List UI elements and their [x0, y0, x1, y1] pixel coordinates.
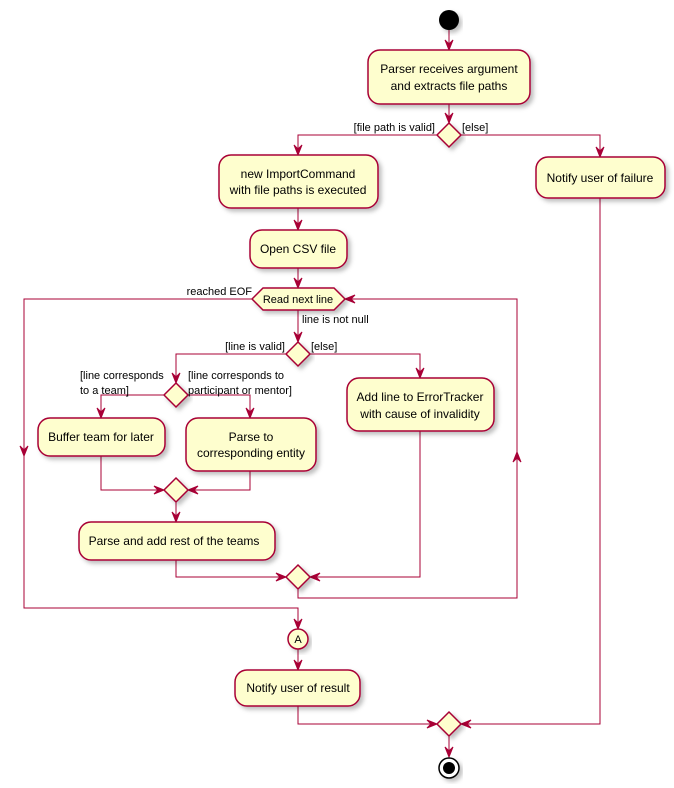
activity-parser-line1: Parser receives argument [380, 62, 518, 76]
activity-add-error-line2: with cause of invalidity [359, 407, 479, 421]
guard-line-valid: [line is valid] [225, 341, 285, 353]
activity-buffer-team: Buffer team for later [37, 417, 166, 457]
guard-line-else: [else] [311, 341, 337, 353]
connector-a: A [287, 628, 309, 650]
guard-line-not-null: line is not null [302, 314, 369, 326]
edge-parseteams-merge2 [175, 560, 286, 578]
activity-parse-teams: Parse and add rest of the teams [78, 521, 276, 561]
decision-file-path [435, 121, 463, 149]
activity-parser-line2: and extracts file paths [391, 79, 508, 93]
merge-entity [162, 476, 190, 504]
loop-read-next-line-text: Read next line [263, 294, 333, 306]
activity-parse-entity-line1: Parse to [229, 430, 274, 444]
activity-import-line1: new ImportCommand [241, 167, 356, 181]
guard-reached-eof: reached EOF [187, 286, 253, 298]
edge-result-final [297, 706, 437, 725]
guard-file-valid: [file path is valid] [354, 122, 435, 134]
decision-line-valid [284, 340, 312, 368]
activity-parse-teams-text: Parse and add rest of the teams [89, 534, 260, 548]
guard-team-line2: to a team] [80, 385, 129, 397]
activity-notify-result-text: Notify user of result [246, 681, 350, 695]
activity-parser: Parser receives argument and extracts fi… [367, 49, 531, 105]
edge-error-merge2 [310, 431, 421, 578]
end-node [438, 757, 460, 779]
edge-team [100, 394, 164, 418]
guard-file-else: [else] [462, 122, 488, 134]
connector-a-label: A [294, 634, 302, 646]
activity-import-line2: with file paths is executed [229, 183, 367, 197]
guard-participant-line2: participant or mentor] [188, 385, 292, 397]
edge-line-else [310, 353, 421, 378]
activity-parse-entity: Parse to corresponding entity [185, 417, 317, 472]
edge-buffer-merge [100, 456, 164, 491]
guard-team-line1: [line corresponds [80, 370, 164, 382]
activity-add-error-line1: Add line to ErrorTracker [357, 390, 484, 404]
activity-buffer-team-text: Buffer team for later [48, 430, 154, 444]
arrowheads [19, 39, 605, 759]
edge-failure-final [461, 198, 601, 725]
merge-line [284, 563, 312, 591]
activity-notify-failure: Notify user of failure [535, 156, 666, 199]
activity-notify-failure-text: Notify user of failure [547, 171, 654, 185]
decision-line-type [162, 381, 190, 409]
activity-add-error: Add line to ErrorTracker with cause of i… [346, 377, 495, 432]
edge-else-branch [461, 134, 601, 157]
edge-participant [188, 394, 251, 418]
activity-open-csv-text: Open CSV file [260, 242, 336, 256]
merge-final [435, 710, 463, 738]
guard-participant-line1: [line corresponds to [188, 370, 284, 382]
start-node [439, 10, 459, 30]
activity-diagram: Parser receives argument and extracts fi… [19, 10, 666, 779]
edge-valid-branch [297, 134, 437, 155]
activity-open-csv: Open CSV file [249, 229, 348, 269]
activity-notify-result: Notify user of result [234, 669, 361, 707]
activity-import-command: new ImportCommand with file paths is exe… [218, 154, 379, 209]
activity-parse-entity-line2: corresponding entity [197, 446, 305, 460]
loop-read-next-line: Read next line [250, 287, 347, 311]
